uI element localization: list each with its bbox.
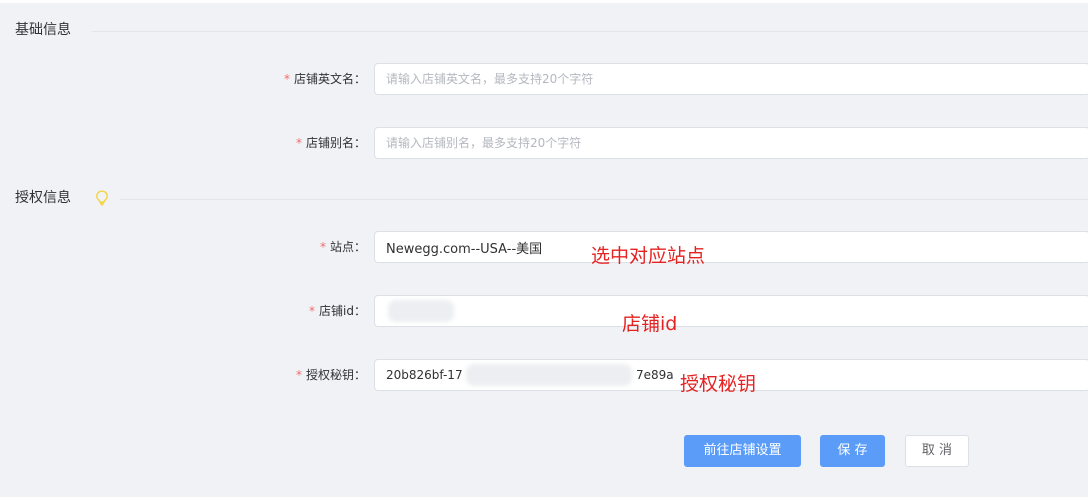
auth-key-prefix: 20b826bf-17 bbox=[386, 368, 463, 382]
cancel-button[interactable]: 取 消 bbox=[905, 435, 969, 467]
label-text: 店铺英文名： bbox=[293, 72, 366, 86]
section-divider-basic bbox=[92, 31, 1088, 32]
goto-store-settings-button[interactable]: 前往店铺设置 bbox=[684, 435, 801, 467]
store-alias-input[interactable] bbox=[374, 127, 1088, 159]
label-text: 授权秘钥： bbox=[305, 368, 366, 382]
top-edge bbox=[0, 0, 1088, 3]
required-asterisk: * bbox=[283, 72, 290, 86]
annotation-store-id: 店铺id bbox=[622, 313, 678, 335]
annotation-auth-key: 授权秘钥 bbox=[680, 373, 757, 395]
field-label-site: * 站点： bbox=[0, 231, 366, 263]
redacted-auth-key bbox=[466, 364, 632, 386]
field-label-store-en-name: * 店铺英文名： bbox=[0, 63, 366, 95]
required-asterisk: * bbox=[295, 136, 302, 150]
lightbulb-icon[interactable] bbox=[95, 190, 109, 206]
label-text: 站点： bbox=[329, 240, 366, 254]
required-asterisk: * bbox=[309, 304, 316, 318]
field-label-store-alias: * 店铺别名： bbox=[0, 127, 366, 159]
field-label-auth-key: * 授权秘钥： bbox=[0, 359, 366, 391]
auth-key-suffix: 7e89a bbox=[636, 368, 674, 382]
label-text: 店铺别名： bbox=[305, 136, 366, 150]
annotation-site: 选中对应站点 bbox=[591, 245, 706, 267]
field-label-store-id: * 店铺id： bbox=[0, 295, 366, 327]
site-select[interactable] bbox=[374, 231, 1088, 263]
section-title-auth: 授权信息 bbox=[15, 190, 71, 206]
redacted-store-id bbox=[388, 300, 454, 322]
required-asterisk: * bbox=[295, 368, 302, 382]
label-text: 店铺id： bbox=[319, 304, 366, 318]
section-divider-auth bbox=[120, 199, 1088, 200]
save-button[interactable]: 保 存 bbox=[820, 435, 885, 467]
section-title-basic: 基础信息 bbox=[15, 22, 71, 38]
store-en-name-input[interactable] bbox=[374, 63, 1088, 95]
store-id-input[interactable] bbox=[374, 295, 1088, 327]
required-asterisk: * bbox=[319, 240, 326, 254]
